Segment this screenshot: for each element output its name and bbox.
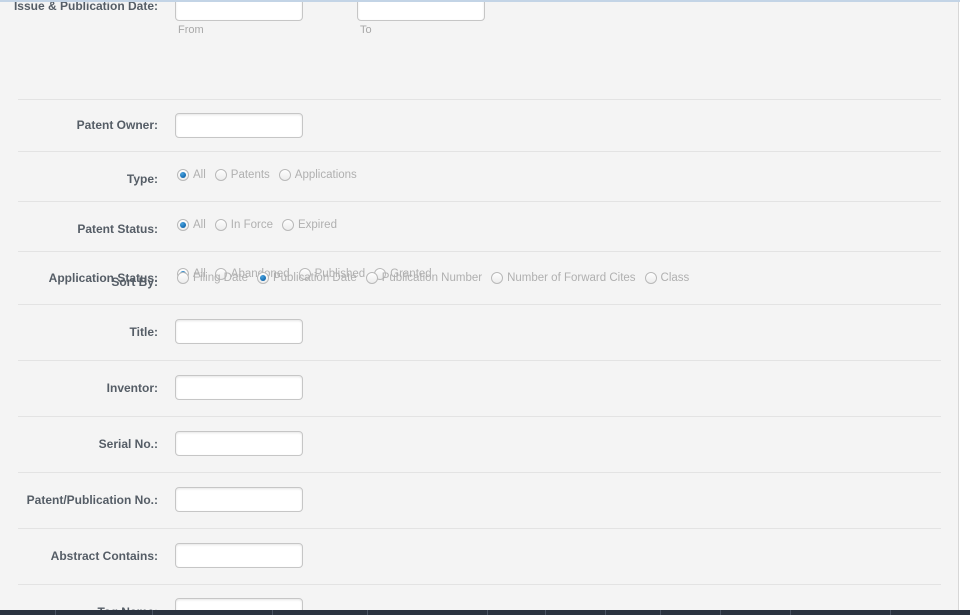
tag-name-input[interactable] bbox=[175, 598, 303, 610]
form-row-abstract-contains: Abstract Contains: bbox=[0, 529, 958, 585]
radio-option-in-force[interactable]: In Force bbox=[214, 219, 273, 231]
label-inventor: Inventor: bbox=[106, 381, 158, 395]
radio-button-icon[interactable] bbox=[177, 219, 189, 231]
radio-option-label: Filing Date bbox=[193, 272, 248, 284]
radio-option-label: Patents bbox=[230, 169, 270, 181]
issue-publication-date-to-input[interactable] bbox=[357, 2, 485, 21]
issue-publication-date-from-input[interactable] bbox=[175, 2, 303, 21]
radio-option-expired[interactable]: Expired bbox=[281, 219, 337, 231]
form-row-patent-publication-no: Patent/Publication No.: bbox=[0, 473, 958, 529]
radio-button-icon[interactable] bbox=[365, 272, 378, 284]
radio-option-patents[interactable]: Patents bbox=[214, 169, 270, 181]
form-row-type: Type: All Patents Applications bbox=[0, 152, 958, 202]
taskbar-separator bbox=[605, 610, 606, 615]
form-row-serial-no: Serial No.: bbox=[0, 417, 958, 473]
form-row-patent-owner: Patent Owner: bbox=[0, 100, 958, 152]
scroll-gutter[interactable] bbox=[960, 0, 970, 610]
radio-option-label: Publication Date bbox=[272, 272, 357, 284]
radio-option-label: Applications bbox=[294, 169, 357, 181]
radio-option-applications[interactable]: Applications bbox=[278, 169, 357, 181]
label-title: Title: bbox=[129, 325, 158, 339]
patent-search-form-panel: Issue & Publication Date: From To Patent… bbox=[0, 2, 959, 610]
taskbar-separator bbox=[545, 610, 546, 615]
patent-status-radio-group[interactable]: All In Force Expired bbox=[177, 219, 337, 231]
issue-publication-date-from-sublabel: From bbox=[178, 24, 204, 36]
patent-owner-input[interactable] bbox=[175, 113, 303, 138]
title-input[interactable] bbox=[175, 319, 303, 344]
radio-button-icon[interactable] bbox=[256, 272, 269, 284]
radio-option-label: All bbox=[193, 219, 206, 231]
form-row-sort-by: Sort By: Filing Date Publication Date Publ… bbox=[0, 254, 958, 305]
type-radio-group[interactable]: All Patents Applications bbox=[177, 169, 357, 181]
form-row-patent-status: Patent Status: All In Force Expired bbox=[0, 202, 958, 252]
radio-option-class[interactable]: Class bbox=[644, 272, 690, 284]
inventor-input[interactable] bbox=[175, 375, 303, 400]
form-row-issue-publication-date: Issue & Publication Date: From To bbox=[0, 2, 958, 100]
label-patent-status: Patent Status: bbox=[77, 222, 158, 236]
taskbar-separator bbox=[487, 610, 488, 615]
radio-option-label: All bbox=[193, 169, 206, 181]
taskbar-separator bbox=[790, 610, 791, 615]
radio-button-icon[interactable] bbox=[177, 169, 189, 181]
label-type: Type: bbox=[126, 172, 158, 186]
form-row-tag-name: Tag Name: bbox=[0, 585, 958, 610]
issue-publication-date-to-sublabel: To bbox=[360, 24, 372, 36]
app-window: Issue & Publication Date: From To Patent… bbox=[0, 0, 970, 615]
radio-option-publication-number[interactable]: Publication Number bbox=[365, 272, 483, 284]
radio-option-label: Publication Number bbox=[381, 272, 483, 284]
radio-option-all[interactable]: All bbox=[177, 169, 206, 181]
serial-no-input[interactable] bbox=[175, 431, 303, 456]
label-abstract-contains: Abstract Contains: bbox=[50, 549, 158, 563]
radio-button-icon[interactable] bbox=[278, 169, 291, 181]
radio-button-icon[interactable] bbox=[281, 219, 294, 231]
radio-button-icon[interactable] bbox=[214, 219, 227, 231]
radio-button-icon[interactable] bbox=[177, 272, 189, 284]
radio-option-publication-date[interactable]: Publication Date bbox=[256, 272, 357, 284]
taskbar[interactable] bbox=[0, 610, 970, 615]
form-row-inventor: Inventor: bbox=[0, 361, 958, 417]
label-patent-owner: Patent Owner: bbox=[76, 118, 158, 132]
radio-option-label: Number of Forward Cites bbox=[507, 272, 636, 284]
taskbar-separator bbox=[890, 610, 891, 615]
radio-button-icon[interactable] bbox=[491, 272, 504, 284]
label-patent-publication-no: Patent/Publication No.: bbox=[26, 493, 158, 507]
radio-option-label: Expired bbox=[297, 219, 337, 231]
taskbar-separator bbox=[367, 610, 368, 615]
taskbar-separator bbox=[720, 610, 721, 615]
label-sort-by: Sort By: bbox=[111, 275, 158, 289]
taskbar-separator bbox=[152, 610, 153, 615]
radio-option-label: Class bbox=[660, 272, 690, 284]
taskbar-separator bbox=[660, 610, 661, 615]
patent-publication-no-input[interactable] bbox=[175, 487, 303, 512]
abstract-contains-input[interactable] bbox=[175, 543, 303, 568]
radio-option-filing-date[interactable]: Filing Date bbox=[177, 272, 248, 284]
form-row-title: Title: bbox=[0, 305, 958, 361]
radio-option-number-of-forward-cites[interactable]: Number of Forward Cites bbox=[491, 272, 636, 284]
radio-button-icon[interactable] bbox=[214, 169, 227, 181]
label-issue-publication-date: Issue & Publication Date: bbox=[13, 2, 158, 13]
sort-by-radio-group[interactable]: Filing Date Publication Date Publication N… bbox=[177, 272, 689, 284]
radio-button-icon[interactable] bbox=[644, 272, 657, 284]
radio-option-all[interactable]: All bbox=[177, 219, 206, 231]
taskbar-separator bbox=[272, 610, 273, 615]
label-serial-no: Serial No.: bbox=[98, 437, 158, 451]
radio-option-label: In Force bbox=[230, 219, 273, 231]
taskbar-separator bbox=[55, 610, 56, 615]
